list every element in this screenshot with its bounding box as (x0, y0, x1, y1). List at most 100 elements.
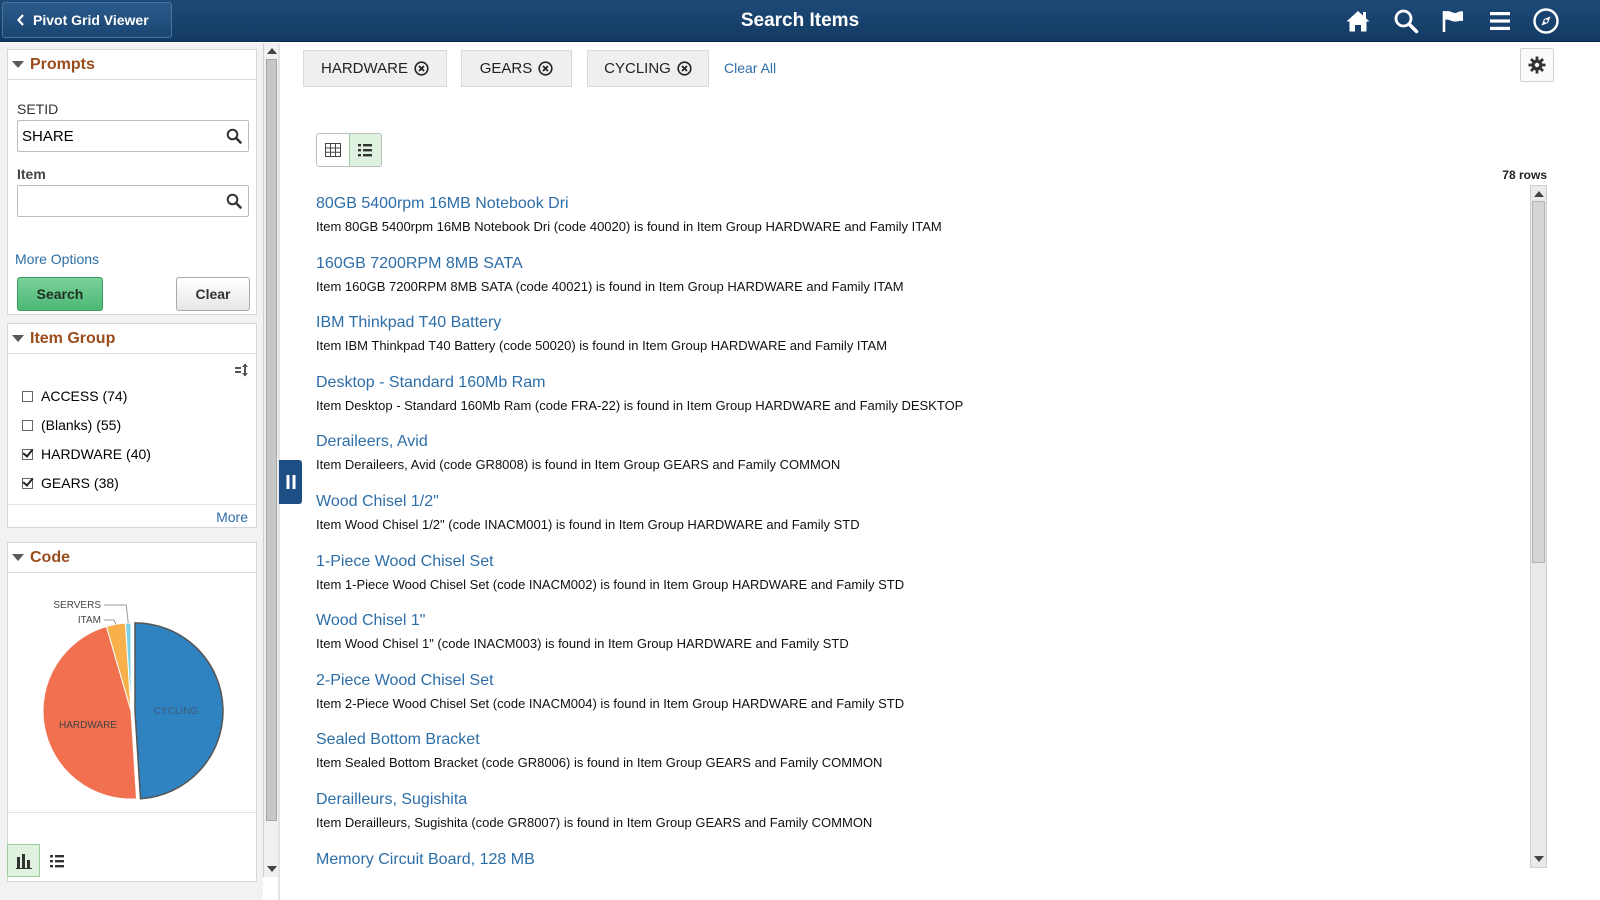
checkbox[interactable] (22, 477, 33, 489)
scroll-up-arrow-icon[interactable] (1534, 191, 1544, 197)
divider (8, 504, 256, 505)
filter-chip-cycling[interactable]: CYCLING (587, 50, 709, 87)
result-description: Item 2-Piece Wood Chisel Set (code INACM… (316, 695, 905, 711)
pie-leader-line (104, 619, 117, 625)
result-description: Item Deraileers, Avid (code GR8008) is f… (316, 457, 841, 473)
remove-circle-x-icon[interactable] (414, 61, 429, 76)
facet-hardware[interactable]: HARDWARE (40) (22, 446, 151, 462)
clear-button[interactable]: Clear (176, 277, 250, 311)
collapse-triangle-icon[interactable] (12, 554, 24, 561)
search-icon[interactable] (226, 193, 242, 214)
result-title-link[interactable]: Memory Circuit Board, 128 MB (316, 851, 535, 869)
result-title-link[interactable]: Derailleurs, Sugishita (316, 791, 467, 809)
code-pie-chart[interactable]: CYCLING HARDWARE ITAM SERVERS (8, 573, 258, 813)
result-title-link[interactable]: Sealed Bottom Bracket (316, 731, 480, 749)
search-icon[interactable] (1391, 6, 1421, 36)
scrollbar-thumb[interactable] (266, 59, 277, 821)
setid-input[interactable] (18, 121, 218, 151)
facet-label: (Blanks) (55) (41, 417, 122, 433)
item-input[interactable] (18, 186, 218, 216)
setid-label: SETID (17, 101, 59, 117)
filter-chip-gears[interactable]: GEARS (461, 50, 572, 87)
app-header: Pivot Grid Viewer Search Items (0, 0, 1600, 42)
setid-field (17, 120, 249, 152)
search-icon[interactable] (226, 128, 242, 149)
checkbox[interactable] (22, 448, 33, 460)
scrollbar-thumb[interactable] (1532, 201, 1545, 563)
result-description: Item Wood Chisel 1" (code INACM003) is f… (316, 636, 849, 652)
back-button[interactable]: Pivot Grid Viewer (2, 2, 172, 38)
result-title-link[interactable]: Wood Chisel 1" (316, 612, 425, 630)
result-title-link[interactable]: 160GB 7200RPM 8MB SATA (316, 255, 523, 273)
compass-icon[interactable] (1531, 6, 1561, 36)
facet-label: ACCESS (74) (41, 388, 128, 404)
collapse-triangle-icon[interactable] (12, 335, 24, 342)
pause-icon[interactable] (279, 460, 302, 504)
search-button[interactable]: Search (17, 277, 103, 311)
flag-icon[interactable] (1438, 6, 1468, 36)
grid-view-icon[interactable] (317, 134, 349, 166)
result-title-link[interactable]: Desktop - Standard 160Mb Ram (316, 374, 545, 392)
code-header[interactable]: Code (8, 543, 256, 573)
list-view-icon[interactable] (348, 134, 381, 166)
pie-label-hardware: HARDWARE (59, 720, 117, 731)
result-description: Item 160GB 7200RPM 8MB SATA (code 40021)… (316, 278, 904, 294)
result-title-link[interactable]: 1-Piece Wood Chisel Set (316, 553, 494, 571)
result-description: Item IBM Thinkpad T40 Battery (code 5002… (316, 338, 888, 354)
divider (8, 812, 256, 813)
item-group-section: Item Group ACCESS (74) (Blanks) (55) HAR… (7, 323, 257, 528)
scroll-down-arrow-icon[interactable] (267, 866, 277, 872)
checkbox[interactable] (22, 419, 33, 431)
scroll-up-arrow-icon[interactable] (267, 48, 277, 54)
rows-count: 78 rows (1502, 168, 1547, 182)
result-title-link[interactable]: Wood Chisel 1/2" (316, 493, 439, 511)
result-title-link[interactable]: 2-Piece Wood Chisel Set (316, 672, 494, 690)
chevron-left-icon (17, 14, 25, 26)
scroll-down-arrow-icon[interactable] (1534, 856, 1544, 862)
facet-blanks[interactable]: (Blanks) (55) (22, 417, 121, 433)
prompts-title: Prompts (30, 55, 95, 73)
item-group-header[interactable]: Item Group (8, 324, 256, 354)
more-link[interactable]: More (216, 509, 248, 525)
chip-label: HARDWARE (321, 60, 408, 77)
result-description: Item 80GB 5400rpm 16MB Notebook Dri (cod… (316, 219, 942, 234)
collapse-triangle-icon[interactable] (12, 61, 24, 68)
back-button-label: Pivot Grid Viewer (33, 12, 149, 28)
result-title-link[interactable]: Deraileers, Avid (316, 433, 428, 451)
prompts-section: Prompts SETID Item More Options Search C… (7, 49, 257, 315)
item-label: Item (17, 166, 46, 182)
pie-label-itam: ITAM (78, 615, 101, 626)
result-description: Item Sealed Bottom Bracket (code GR8006)… (316, 755, 883, 771)
code-section: Code CYCLING HARDWARE ITAM SERVERS (7, 542, 257, 882)
more-options-link[interactable]: More Options (15, 251, 99, 267)
checkbox[interactable] (22, 390, 33, 402)
pie-label-cycling: CYCLING (154, 706, 199, 717)
results-scrollbar[interactable] (1530, 185, 1547, 868)
sort-icon[interactable] (234, 362, 250, 383)
remove-circle-x-icon[interactable] (677, 61, 692, 76)
list-view-icon[interactable] (40, 844, 73, 877)
result-description: Item 1-Piece Wood Chisel Set (code INACM… (316, 576, 905, 592)
facet-label: HARDWARE (40) (41, 446, 151, 462)
pie-label-servers: SERVERS (53, 600, 101, 611)
gear-icon[interactable] (1520, 48, 1554, 82)
code-title: Code (30, 548, 70, 566)
clear-all-link[interactable]: Clear All (724, 60, 776, 76)
hamburger-menu-icon[interactable] (1485, 6, 1515, 36)
item-field (17, 185, 249, 217)
left-panel-scrollbar[interactable] (263, 43, 278, 877)
chip-label: GEARS (479, 60, 533, 77)
facet-gears[interactable]: GEARS (38) (22, 475, 119, 491)
result-description: Item Wood Chisel 1/2" (code INACM001) is… (316, 517, 860, 532)
prompts-header[interactable]: Prompts (8, 50, 256, 80)
result-title-link[interactable]: 80GB 5400rpm 16MB Notebook Dri (316, 195, 569, 213)
result-view-toggle (316, 133, 382, 167)
home-icon[interactable] (1343, 6, 1373, 36)
chart-view-toggle (7, 844, 73, 877)
result-title-link[interactable]: IBM Thinkpad T40 Battery (316, 314, 501, 332)
chip-label: CYCLING (604, 60, 671, 77)
remove-circle-x-icon[interactable] (538, 61, 553, 76)
filter-chip-hardware[interactable]: HARDWARE (303, 50, 447, 87)
facet-access[interactable]: ACCESS (74) (22, 388, 127, 404)
bar-chart-icon[interactable] (7, 844, 40, 877)
